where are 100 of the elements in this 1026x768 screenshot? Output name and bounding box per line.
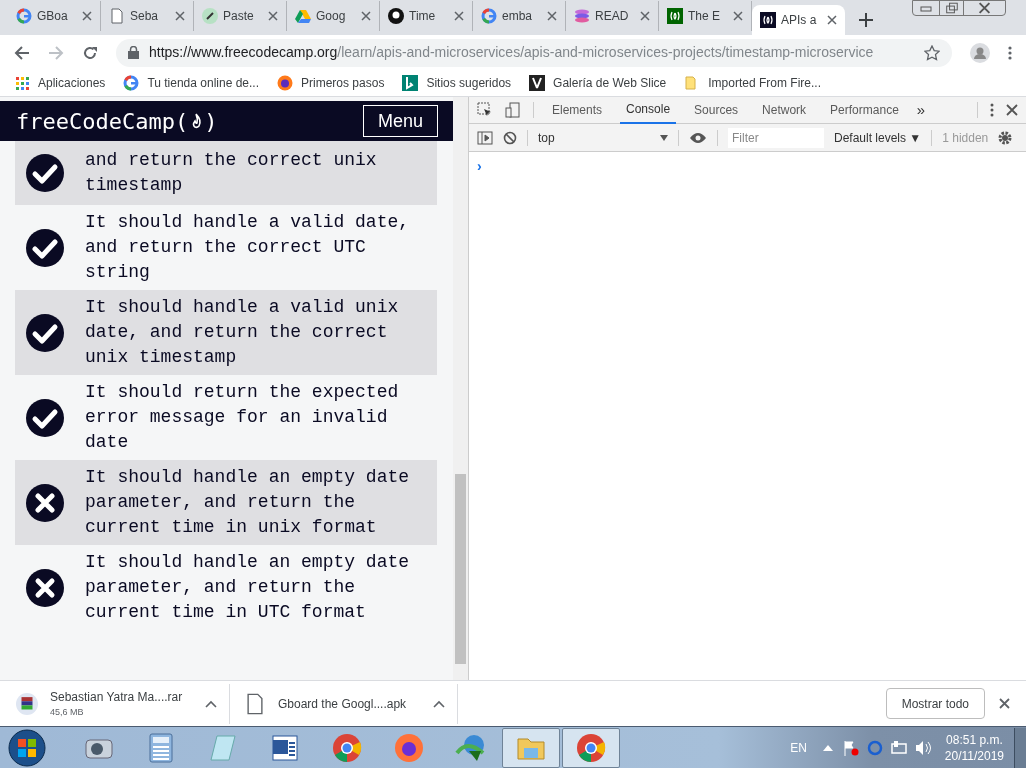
close-icon[interactable]: [268, 11, 278, 21]
browser-tab[interactable]: Goog: [287, 1, 380, 31]
volume-icon[interactable]: [914, 739, 931, 756]
file-name: Sebastian Yatra Ma....rar: [50, 688, 184, 706]
bookmark-link[interactable]: Tu tienda online de...: [147, 74, 259, 92]
browser-tab[interactable]: Time: [380, 1, 473, 31]
network-icon[interactable]: [890, 739, 907, 756]
close-icon[interactable]: [547, 11, 557, 21]
context-select[interactable]: top: [538, 128, 668, 147]
download-item[interactable]: Sebastian Yatra Ma....rar 45,6 MB: [16, 683, 230, 724]
reload-icon[interactable]: [82, 44, 98, 61]
word-icon[interactable]: [270, 732, 300, 763]
close-icon[interactable]: [827, 15, 837, 25]
drive-icon: [295, 8, 311, 24]
taskbar-button[interactable]: [502, 727, 560, 768]
menu-button[interactable]: Menu: [362, 105, 438, 137]
address-bar[interactable]: https://www.freecodecamp.org/learn/apis-and-microservices/apis-and-microservices-projects/timestamp-microservice: [116, 38, 952, 67]
browser-tab[interactable]: The E: [659, 1, 752, 31]
close-icon[interactable]: [640, 11, 650, 21]
calculator-icon[interactable]: [149, 732, 173, 763]
hidden-count: 1 hidden: [942, 129, 989, 147]
tab-title: GBoa: [37, 8, 69, 25]
tab-title: Time: [409, 8, 437, 25]
chrome-icon[interactable]: [332, 732, 362, 763]
firefox-icon[interactable]: [394, 732, 424, 763]
sidebar-icon[interactable]: [477, 130, 493, 145]
test-description: It should handle an empty date parameter, and return the current time in unix format: [85, 466, 411, 539]
close-icon[interactable]: [82, 11, 92, 21]
file-size: 45,6 MB: [50, 705, 85, 719]
browser-tab[interactable]: Seba: [101, 1, 194, 31]
new-tab-icon[interactable]: [859, 13, 873, 27]
close-icon[interactable]: [361, 11, 371, 21]
stack-icon: [574, 8, 590, 24]
filter-field[interactable]: Filter: [728, 127, 824, 148]
tab-title: Paste: [223, 8, 255, 25]
device-icon[interactable]: [505, 102, 521, 118]
settings-icon[interactable]: [998, 130, 1013, 145]
show-desktop-button[interactable]: [1014, 727, 1026, 768]
firefox-icon: [277, 75, 293, 91]
start-button[interactable]: [8, 728, 46, 767]
bing-icon: [402, 75, 419, 91]
tab-title: Seba: [130, 8, 160, 25]
browser-tab[interactable]: APIs a: [752, 5, 845, 35]
devtools-tab[interactable]: Sources: [688, 96, 745, 124]
bookmark-link[interactable]: Sitios sugeridos: [426, 74, 512, 92]
browser-tab[interactable]: emba: [473, 1, 566, 31]
browser-tab[interactable]: READ: [566, 1, 659, 31]
chrome-icon[interactable]: [576, 732, 606, 763]
freecodecamp-logo[interactable]: freeCodeCamp( ): [16, 104, 218, 138]
browser-tab[interactable]: Paste: [194, 1, 287, 31]
bookmark-link[interactable]: Aplicaciones: [38, 74, 106, 92]
close-icon[interactable]: [999, 698, 1010, 709]
caret-icon[interactable]: [205, 699, 217, 708]
globe-icon[interactable]: [455, 732, 487, 763]
clear-icon[interactable]: [503, 130, 517, 145]
close-icon[interactable]: [733, 11, 743, 21]
download-item[interactable]: Gboard the Googl....apk: [244, 683, 458, 724]
archive-icon: [16, 692, 38, 715]
bookmark-link[interactable]: Primeros pasos: [301, 74, 385, 92]
test-description: It should handle a valid date, and return the correct UTC string: [85, 211, 411, 284]
lock-icon: [128, 46, 139, 59]
more-icon[interactable]: [1008, 45, 1012, 60]
levels-dropdown[interactable]: Default levels ▼: [834, 128, 922, 147]
inspect-icon[interactable]: [477, 102, 493, 118]
browser-tab[interactable]: GBoa: [8, 1, 101, 31]
google-icon: [481, 8, 497, 24]
caret-icon[interactable]: [433, 699, 445, 708]
apps-icon: [14, 75, 30, 91]
profile-icon[interactable]: [970, 42, 990, 63]
flag-icon[interactable]: [842, 739, 859, 756]
console-prompt: ›: [477, 158, 482, 174]
devtools-tab[interactable]: Network: [756, 96, 813, 124]
caret-icon: [660, 134, 668, 141]
document-icon: [109, 8, 125, 24]
test-description: and return the correct unix timestamp: [85, 149, 378, 197]
show-all-button[interactable]: Mostrar todo: [885, 688, 985, 719]
test-description: It should handle a valid unix date, and return the correct unix timestamp: [85, 296, 400, 369]
star-icon[interactable]: [924, 44, 940, 61]
close-icon[interactable]: [454, 11, 464, 21]
bookmark-link[interactable]: Imported From Fire...: [708, 74, 821, 92]
close-icon[interactable]: [1006, 104, 1018, 116]
tab-title: The E: [688, 8, 721, 25]
tab-title: READ: [595, 8, 630, 25]
url-text: https://www.freecodecamp.org/learn/apis-and-microservices/apis-and-microservices-projects/timestamp-microservice: [149, 43, 875, 62]
devtools-tab[interactable]: Performance: [824, 96, 905, 124]
test-description: It should return the expected error message for an invalid date: [85, 381, 400, 454]
more-tabs-button[interactable]: »: [916, 98, 926, 122]
bookmark-link[interactable]: Galería de Web Slice: [553, 74, 667, 92]
devtools-tab[interactable]: Elements: [546, 96, 609, 124]
eye-icon[interactable]: [689, 131, 707, 144]
back-icon[interactable]: [14, 44, 30, 61]
tab-title: Goog: [316, 8, 347, 25]
google-icon: [16, 8, 32, 24]
close-icon[interactable]: [175, 11, 185, 21]
caret-icon[interactable]: [822, 744, 833, 751]
tab-title: emba: [502, 8, 534, 25]
taskbar-button[interactable]: [562, 727, 620, 768]
test-description: It should handle an empty date parameter, and return the current time in UTC format: [85, 551, 411, 624]
more-icon[interactable]: [990, 103, 994, 117]
google-icon: [123, 75, 140, 91]
